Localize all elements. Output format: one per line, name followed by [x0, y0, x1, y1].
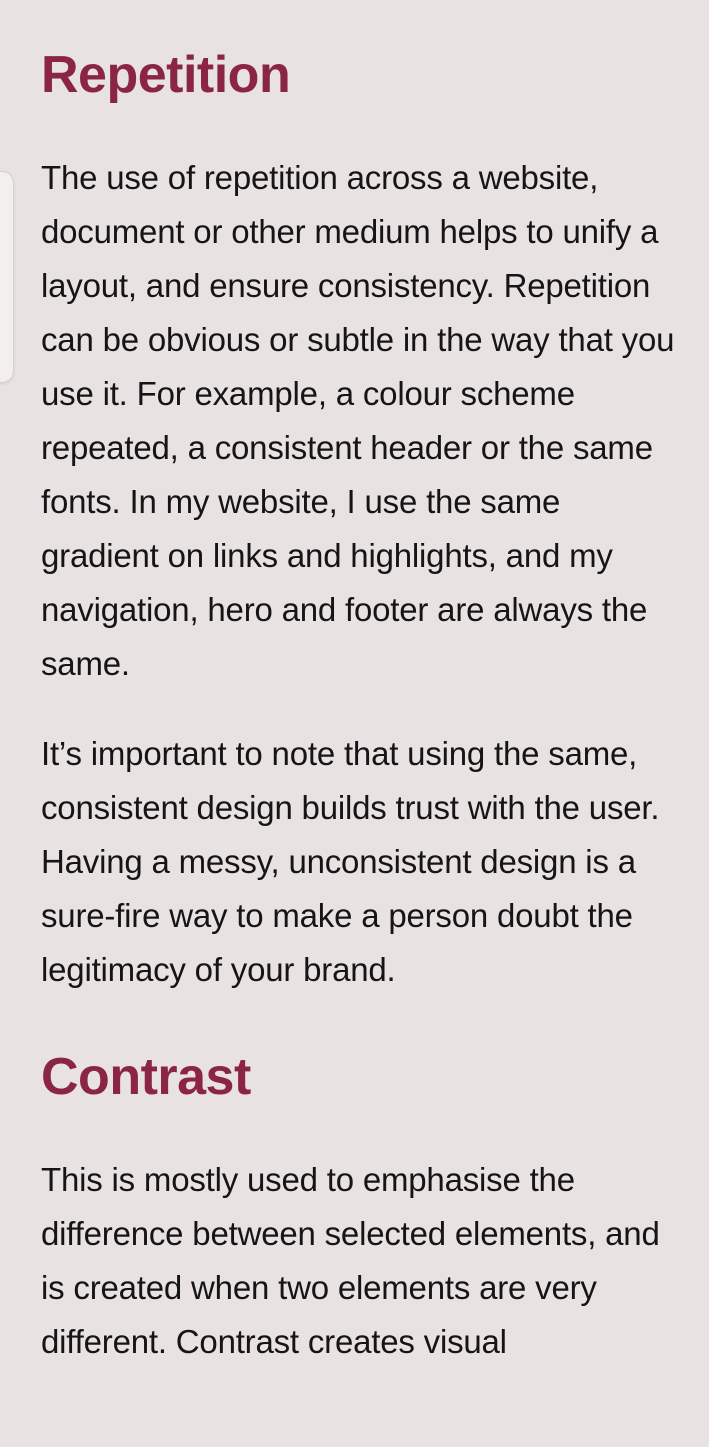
article-content: Repetition The use of repetition across … — [41, 0, 681, 1369]
section-heading: Repetition — [41, 46, 291, 104]
section-contrast: Contrast This is mostly used to emphasis… — [41, 1047, 681, 1369]
section-repetition: Repetition The use of repetition across … — [41, 45, 681, 997]
paragraph: The use of repetition across a website, … — [41, 159, 675, 682]
section-heading: Contrast — [41, 1048, 251, 1106]
paragraph: It’s important to note that using the sa… — [41, 735, 660, 988]
paragraph: This is mostly used to emphasise the dif… — [41, 1161, 660, 1360]
side-drawer-tab[interactable] — [0, 171, 14, 383]
